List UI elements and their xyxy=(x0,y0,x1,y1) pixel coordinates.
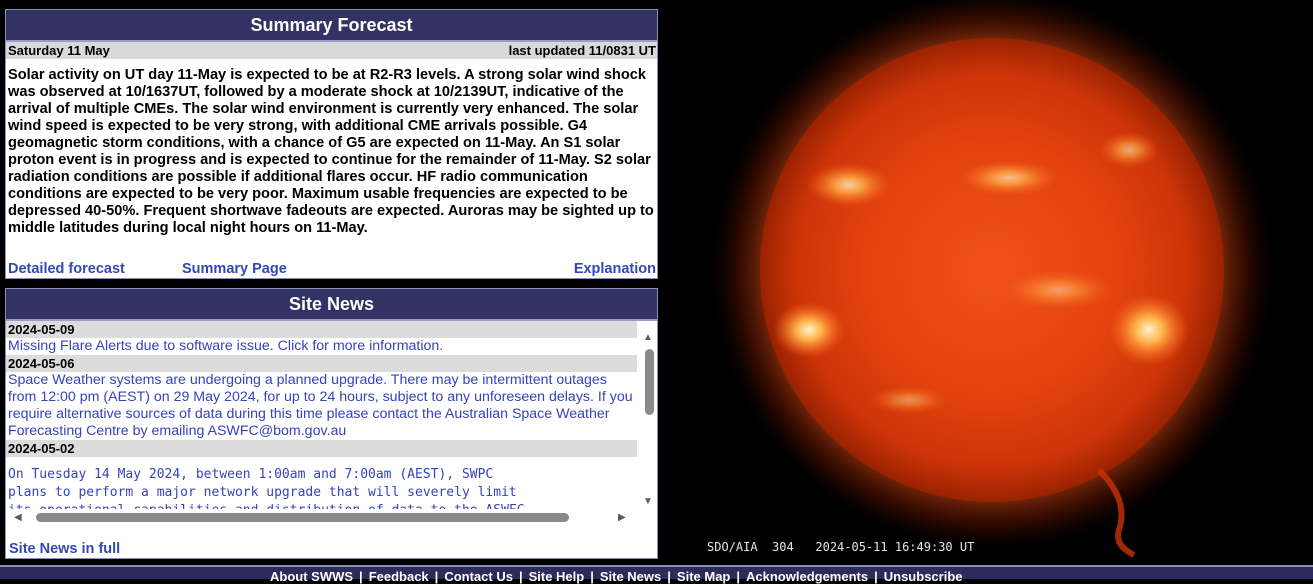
news-item-link[interactable]: Space Weather systems are undergoing a p… xyxy=(6,372,637,440)
forecast-links: Detailed forecast Summary Page Explanati… xyxy=(8,261,656,277)
sun-image: SDO/AIA 304 2024-05-11 16:49:30 UT xyxy=(659,0,1313,562)
scroll-left-arrow-icon[interactable]: ◀ xyxy=(14,513,22,523)
scroll-right-arrow-icon[interactable]: ▶ xyxy=(618,513,626,523)
scroll-up-arrow-icon[interactable]: ▲ xyxy=(643,333,653,343)
summary-forecast-panel: Summary Forecast Saturday 11 May last up… xyxy=(5,9,658,279)
news-links: Site News in full xyxy=(8,541,656,557)
scroll-down-arrow-icon[interactable]: ▼ xyxy=(643,497,653,507)
news-list: 2024-05-09 Missing Flare Alerts due to s… xyxy=(6,321,637,520)
forecast-date-bar: Saturday 11 May last updated 11/0831 UT xyxy=(6,42,657,59)
footer-links: About SWWS | Feedback | Contact Us | Site Help… xyxy=(270,569,963,584)
forecast-text: Solar activity on UT day 11-May is expec… xyxy=(8,67,654,236)
news-date: 2024-05-02 xyxy=(6,440,637,457)
news-scroll-area[interactable]: 2024-05-09 Missing Flare Alerts due to s… xyxy=(6,321,657,527)
site-news-title: Site News xyxy=(6,289,657,321)
news-date: 2024-05-09 xyxy=(6,321,637,338)
sun-graphic xyxy=(707,0,1277,558)
site-news-panel: Site News 2024-05-09 Missing Flare Alert… xyxy=(5,288,658,559)
news-item-link[interactable]: Missing Flare Alerts due to software iss… xyxy=(6,338,637,355)
forecast-last-updated: last updated 11/0831 UT xyxy=(508,43,656,58)
vertical-scrollbar[interactable]: ▲ ▼ xyxy=(639,321,657,509)
summary-forecast-title: Summary Forecast xyxy=(6,10,657,42)
horizontal-scroll-thumb[interactable] xyxy=(36,513,569,522)
horizontal-scrollbar[interactable]: ◀ ▶ xyxy=(6,509,638,527)
explanation-link[interactable]: Explanation xyxy=(574,261,656,277)
vertical-scroll-thumb[interactable] xyxy=(645,349,654,415)
site-news-full-link[interactable]: Site News in full xyxy=(9,541,120,557)
news-date: 2024-05-06 xyxy=(6,355,637,372)
detailed-forecast-link[interactable]: Detailed forecast xyxy=(8,261,125,277)
forecast-date: Saturday 11 May xyxy=(8,43,110,58)
sun-image-caption: SDO/AIA 304 2024-05-11 16:49:30 UT xyxy=(707,540,975,554)
scrollbar-corner xyxy=(639,509,657,527)
summary-page-link[interactable]: Summary Page xyxy=(182,261,287,277)
